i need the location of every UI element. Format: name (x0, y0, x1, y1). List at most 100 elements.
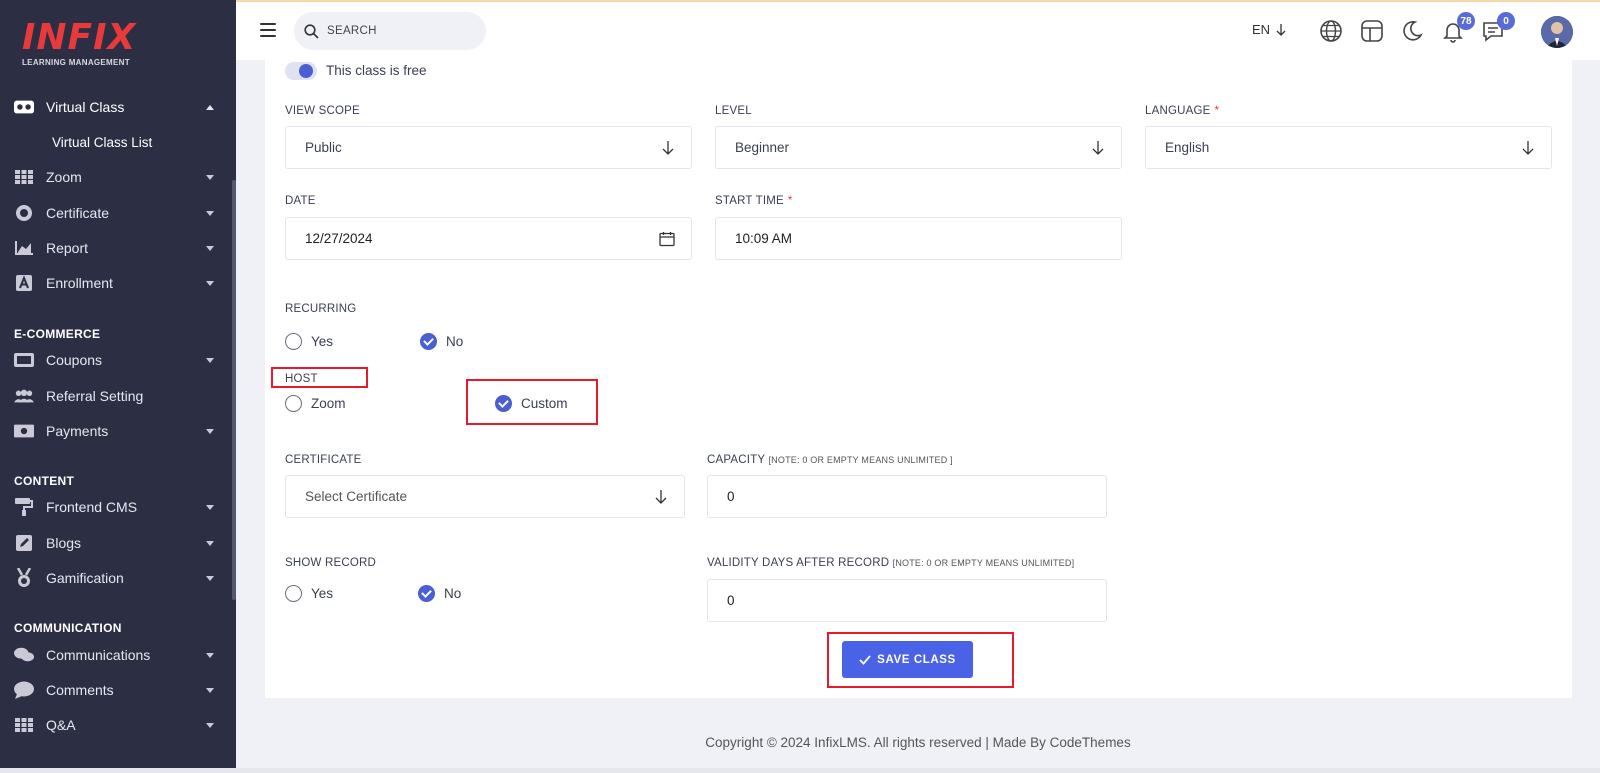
radio-circle (285, 333, 302, 350)
sidebar-item-virtual-class[interactable]: Virtual Class (0, 92, 232, 122)
free-class-label: This class is free (326, 63, 427, 78)
coupon-icon (14, 352, 34, 368)
capacity-input[interactable]: 0 (707, 475, 1107, 518)
show-record-label: SHOW RECORD (285, 557, 376, 569)
brand-logo[interactable]: INFIX LEARNING MANAGEMENT (22, 17, 137, 68)
show-record-label-text: SHOW RECORD (285, 557, 377, 569)
sidebar-item-enrollment[interactable]: Enrollment (0, 268, 232, 298)
menu-toggle-icon[interactable] (260, 23, 276, 37)
calendar-icon[interactable] (659, 231, 675, 247)
chevron-down-icon (206, 652, 214, 658)
validity-label: VALIDITY DAYS AFTER RECORD [NOTE: 0 OR E… (707, 557, 1074, 569)
recurring-label: RECURRING (285, 303, 356, 315)
date-input[interactable]: 12/27/2024 (285, 217, 692, 260)
arrow-down-icon (1276, 23, 1286, 36)
sidebar-item-label: Blogs (46, 535, 82, 551)
sidebar-item-certificate[interactable]: Certificate (0, 198, 232, 228)
show-record-no-radio[interactable]: No (418, 585, 461, 602)
globe-icon[interactable] (1319, 19, 1343, 43)
capacity-label: CAPACITY [NOTE: 0 OR EMPTY MEANS UNLIMIT… (707, 454, 953, 466)
view-scope-label: VIEW SCOPE (285, 105, 360, 117)
chevron-down-icon (206, 280, 214, 286)
sidebar-item-coupons[interactable]: Coupons (0, 345, 232, 375)
validity-input[interactable]: 0 (707, 579, 1107, 622)
user-avatar[interactable] (1541, 16, 1573, 48)
sidebar-item-gamification[interactable]: Gamification (0, 563, 232, 593)
sidebar-item-payments[interactable]: Payments (0, 416, 232, 446)
money-icon (14, 423, 34, 439)
arrow-down-icon (1522, 141, 1534, 155)
view-scope-select[interactable]: Public (285, 126, 692, 169)
chevron-down-icon (206, 428, 214, 434)
recurring-label-text: RECURRING (285, 303, 357, 315)
sidebar-item-blogs[interactable]: Blogs (0, 528, 232, 558)
chevron-down-icon (206, 210, 214, 216)
footer-copyright: Copyright © 2024 InfixLMS. All rights re… (705, 735, 1131, 750)
radio-label: Yes (311, 586, 334, 601)
highlight-box-save (827, 632, 1014, 688)
certificate-label: CERTIFICATE (285, 454, 362, 466)
sidebar-item-label: Referral Setting (46, 388, 144, 404)
recurring-yes-radio[interactable]: Yes (285, 333, 333, 350)
layout-icon[interactable] (1360, 19, 1384, 43)
sidebar: INFIX LEARNING MANAGEMENT Virtual Class … (0, 0, 236, 773)
sidebar-item-qa[interactable]: Q&A (0, 710, 232, 740)
level-label: LEVEL (715, 105, 752, 117)
sidebar-subitem-virtual-class-list[interactable]: Virtual Class List (52, 135, 152, 150)
language-selector[interactable]: EN (1252, 22, 1286, 37)
window-bottom-bar (0, 768, 1600, 773)
sidebar-item-communications[interactable]: Communications (0, 640, 232, 670)
sidebar-item-referral-setting[interactable]: Referral Setting (0, 381, 232, 411)
recurring-no-radio[interactable]: No (420, 333, 463, 350)
level-select[interactable]: Beginner (715, 126, 1122, 169)
sidebar-item-comments[interactable]: Comments (0, 675, 232, 705)
show-record-yes-radio[interactable]: Yes (285, 585, 333, 602)
section-communication: COMMUNICATION (14, 621, 122, 635)
sidebar-item-zoom[interactable]: Zoom (0, 162, 232, 192)
grid-icon (14, 169, 34, 185)
notifications-button[interactable]: 78 (1441, 12, 1475, 43)
sidebar-item-label: Report (46, 240, 89, 256)
radio-circle (285, 395, 302, 412)
virtual-class-form: This class is free VIEW SCOPE Public LEV… (265, 60, 1572, 698)
date-value: 12/27/2024 (305, 231, 373, 246)
chat-icon (14, 647, 34, 663)
chevron-down-icon (206, 575, 214, 581)
language-label: LANGUAGE * (1145, 105, 1219, 117)
language-label-text: LANGUAGE (1145, 105, 1211, 117)
sidebar-item-frontend-cms[interactable]: Frontend CMS (0, 492, 232, 522)
validity-note: [NOTE: 0 OR EMPTY MEANS UNLIMITED] (892, 558, 1075, 568)
certificate-select[interactable]: Select Certificate (285, 475, 685, 518)
sidebar-item-label: Comments (46, 682, 114, 698)
medal-icon (14, 568, 34, 587)
sidebar-item-label: Gamification (46, 570, 124, 586)
level-value: Beginner (735, 140, 790, 155)
chevron-down-icon (206, 687, 214, 693)
sidebar-item-label: Virtual Class (46, 99, 125, 115)
sidebar-item-label: Frontend CMS (46, 499, 138, 515)
chart-icon (14, 240, 34, 256)
caret-up-icon (206, 104, 214, 110)
logo-text: INFIX (22, 17, 137, 58)
sidebar-item-label: Enrollment (46, 275, 113, 291)
sidebar-item-report[interactable]: Report (0, 233, 232, 263)
messages-button[interactable]: 0 (1481, 12, 1515, 43)
sidebar-item-label: Communications (46, 647, 151, 663)
highlight-box-host (271, 367, 368, 388)
date-label: DATE (285, 195, 316, 207)
sidebar-item-label: Payments (46, 423, 109, 439)
sidebar-item-label: Certificate (46, 205, 110, 221)
comment-icon (14, 681, 34, 699)
section-ecommerce: E-COMMERCE (14, 327, 101, 341)
paint-roller-icon (14, 498, 34, 516)
search-input[interactable]: SEARCH (294, 12, 486, 50)
start-time-input[interactable]: 10:09 AM (715, 217, 1122, 260)
sidebar-scrollbar[interactable] (232, 180, 236, 600)
radio-checked (418, 585, 435, 602)
host-zoom-radio[interactable]: Zoom (285, 395, 346, 412)
free-class-toggle[interactable] (285, 62, 317, 80)
arrow-down-icon (655, 490, 667, 504)
language-select[interactable]: English (1145, 126, 1552, 169)
section-content: CONTENT (14, 474, 75, 488)
moon-icon[interactable] (1400, 19, 1424, 43)
